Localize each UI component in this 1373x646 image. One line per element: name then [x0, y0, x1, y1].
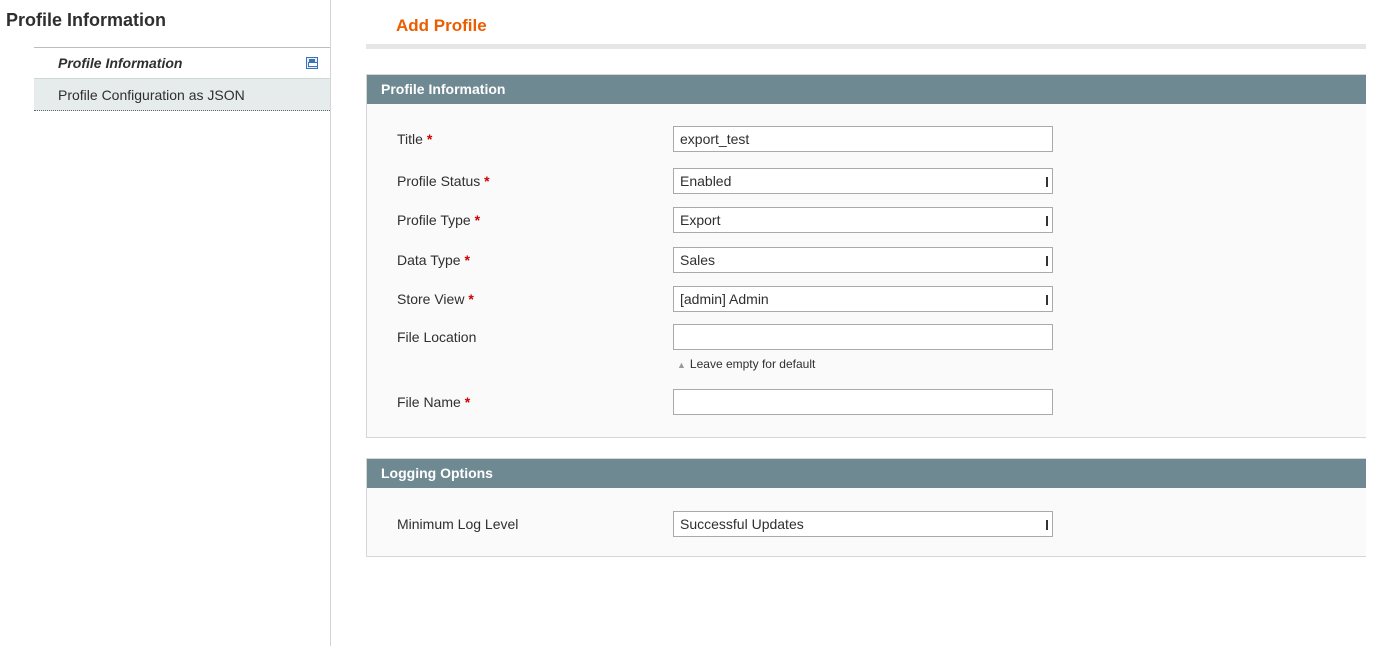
required-marker: *	[426, 131, 433, 147]
logging-options-fieldset: Logging Options Minimum Log Level Succes…	[366, 458, 1366, 557]
profile-information-fieldset: Profile Information Title * Profile Stat…	[366, 74, 1366, 438]
store-view-label: Store View *	[397, 291, 474, 307]
file-location-hint: ▲ Leave empty for default	[677, 357, 816, 371]
data-type-label: Data Type *	[397, 252, 470, 268]
required-marker: *	[468, 291, 474, 307]
sidebar: Profile Information Profile Information …	[0, 0, 331, 646]
title-divider	[366, 44, 1366, 49]
data-type-select[interactable]: Sales	[673, 247, 1053, 273]
tab-profile-information[interactable]: Profile Information	[34, 48, 330, 78]
profile-type-select[interactable]: Export	[673, 207, 1053, 233]
profile-status-label: Profile Status *	[397, 173, 490, 189]
required-marker: *	[464, 252, 470, 268]
title-input[interactable]	[673, 126, 1053, 152]
min-log-level-select[interactable]: Successful Updates	[673, 511, 1053, 537]
fieldset-header: Profile Information	[367, 75, 1366, 104]
min-log-level-label: Minimum Log Level	[397, 516, 519, 532]
tab-label: Profile Configuration as JSON	[58, 87, 245, 103]
fieldset-header: Logging Options	[367, 459, 1366, 488]
store-view-select[interactable]: [admin] Admin	[673, 286, 1053, 312]
save-icon	[306, 57, 318, 69]
tab-label: Profile Information	[58, 55, 183, 71]
required-marker: *	[484, 173, 490, 189]
triangle-up-icon: ▲	[677, 360, 686, 370]
file-name-input[interactable]	[673, 389, 1053, 415]
required-marker: *	[464, 394, 471, 410]
file-location-label: File Location	[397, 329, 477, 345]
file-location-input[interactable]	[673, 324, 1053, 350]
sidebar-title: Profile Information	[6, 10, 167, 30]
profile-status-select[interactable]: Enabled	[673, 168, 1053, 194]
file-name-label: File Name *	[397, 394, 471, 410]
required-marker: *	[474, 212, 481, 228]
profile-type-label: Profile Type *	[397, 212, 481, 228]
title-label: Title *	[397, 131, 433, 147]
sidebar-tabs: Profile Information Profile Configuratio…	[34, 47, 330, 111]
tab-profile-configuration-json[interactable]: Profile Configuration as JSON	[34, 78, 330, 111]
page-title: Add Profile	[396, 16, 487, 35]
